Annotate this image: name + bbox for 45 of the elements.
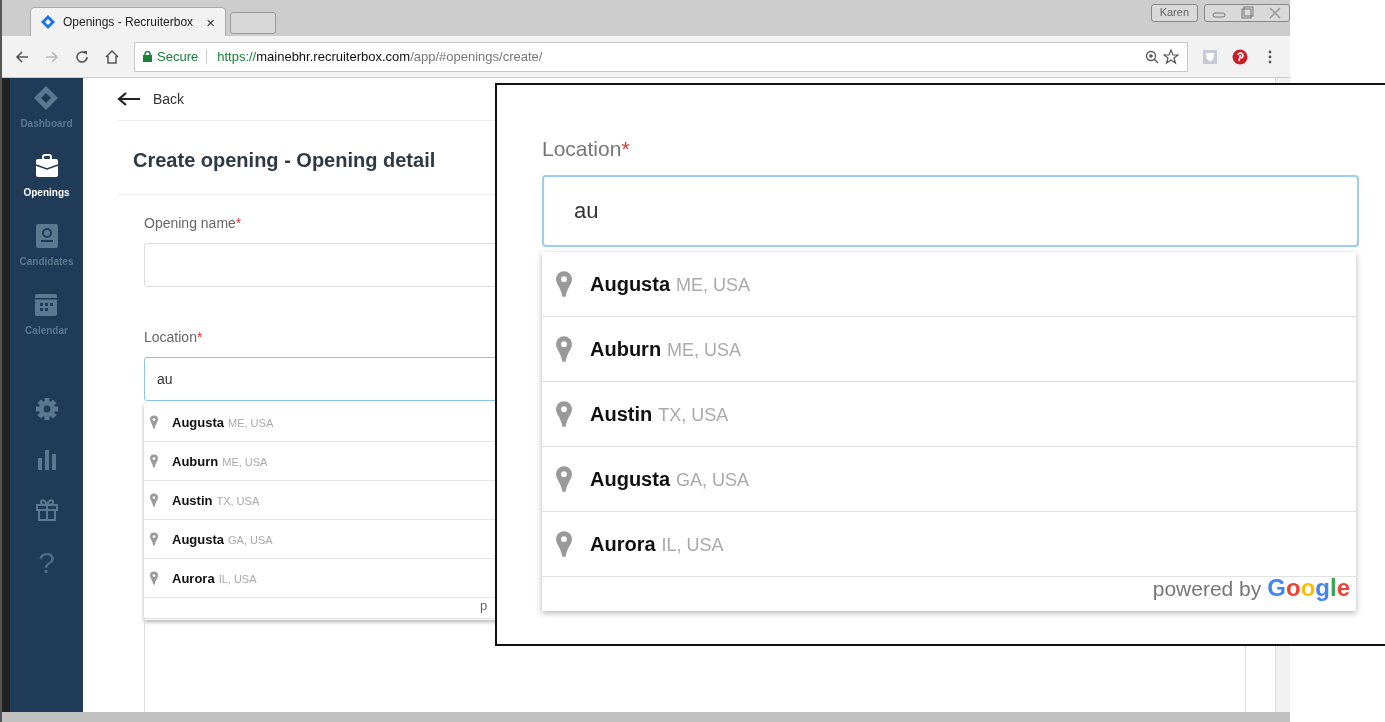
secure-label: Secure [157,49,199,64]
zoom-icon[interactable] [1145,49,1159,64]
new-tab-button[interactable] [230,12,276,34]
logo-icon [41,15,55,29]
url-text: https://mainebhr.recruiterbox.com/app/#openings/create/ [217,49,543,64]
map-pin-icon [150,571,158,585]
home-icon[interactable] [104,48,120,65]
attribution-text: p [480,598,488,613]
map-pin-icon [556,400,572,428]
close-icon[interactable]: × [206,13,215,31]
field-label: Location* [542,137,631,161]
profile-button[interactable]: Karen [1150,4,1198,22]
gift-icon[interactable] [33,496,60,522]
suggestion-item[interactable]: Augusta GA, USA [542,447,1356,512]
settings-icon[interactable] [33,396,60,422]
map-pin-icon [556,335,572,363]
back-arrow-icon[interactable] [14,48,30,65]
browser-tab[interactable]: Openings - Recruiterbox × [30,7,226,36]
suggestion-item[interactable]: Aurora IL, USA [542,512,1356,577]
star-icon[interactable] [1163,48,1179,65]
google-logo: Google [1267,577,1350,599]
map-pin-icon [150,454,158,468]
map-pin-icon [556,270,572,298]
map-pin-icon [150,532,158,546]
back-arrow-icon[interactable] [117,92,141,106]
reload-icon[interactable] [74,48,90,65]
forward-arrow-icon[interactable] [44,48,60,65]
field-label: Location* [144,329,204,345]
map-pin-icon [556,530,572,558]
suggestion-item[interactable]: Augusta ME, USA [542,252,1356,317]
shield-icon[interactable] [1202,48,1218,65]
logo-icon [32,84,61,112]
back-link[interactable]: Back [153,91,185,107]
sidebar-item[interactable]: Openings [23,153,70,198]
map-pin-icon [150,415,158,429]
lock-icon [143,51,152,62]
input-field[interactable]: au [542,175,1359,247]
suggestion-item[interactable]: Austin TX, USA [542,382,1356,447]
map-pin-icon [556,465,572,493]
address-bar[interactable]: Secure https://mainebhr.recruiterbox.com/app/#openings/create/ [134,41,1188,72]
suggestion-item[interactable]: Auburn ME, USA [542,317,1356,382]
map-pin-icon [150,493,158,507]
attribution-text: powered by [1152,577,1262,601]
field-label: Opening name* [144,215,243,231]
pin-extension-icon[interactable] [1232,48,1248,65]
